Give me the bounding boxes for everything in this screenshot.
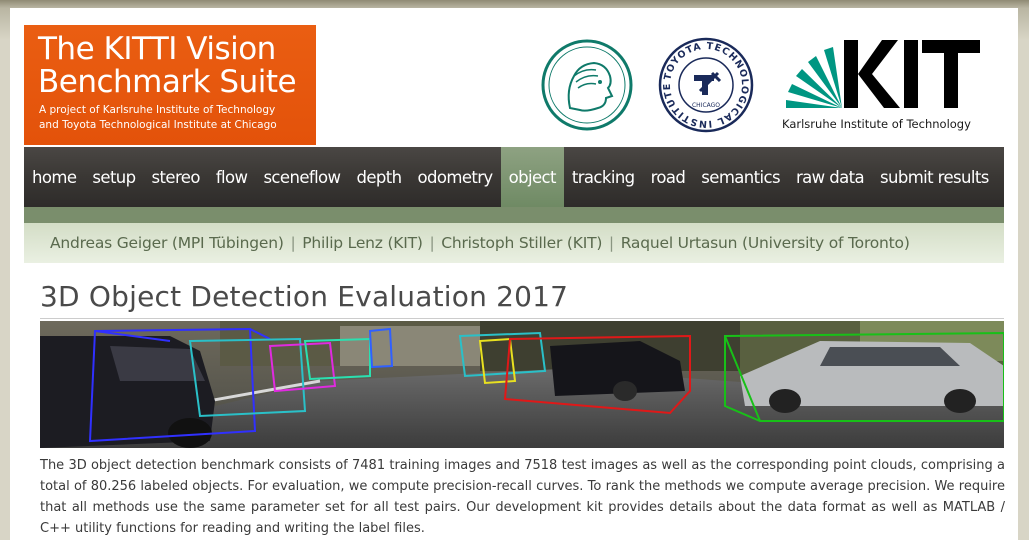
nav-odometry[interactable]: odometry bbox=[409, 147, 500, 207]
nav-stereo[interactable]: stereo bbox=[144, 147, 208, 207]
nav-depth[interactable]: depth bbox=[348, 147, 409, 207]
nav-object[interactable]: object bbox=[500, 147, 564, 207]
authors-bar: Andreas Geiger (MPI Tübingen) | Philip L… bbox=[24, 223, 1004, 263]
benchmark-description: The 3D object detection benchmark consis… bbox=[40, 458, 1005, 536]
page-container: The KITTI Vision Benchmark Suite A proje… bbox=[10, 8, 1018, 540]
site-title: The KITTI Vision Benchmark Suite bbox=[38, 31, 297, 100]
object-detection-banner-image bbox=[40, 321, 1004, 448]
author-separator: | bbox=[429, 234, 435, 252]
author-separator: | bbox=[608, 234, 614, 252]
author-link[interactable]: Andreas Geiger (MPI Tübingen) bbox=[50, 234, 284, 252]
nav-semantics[interactable]: semantics bbox=[693, 147, 788, 207]
title-divider bbox=[40, 318, 1004, 319]
subtitle-line-1: A project of Karlsruhe Institute of Tech… bbox=[39, 104, 276, 116]
main-nav: home setup stereo flow sceneflow depth o… bbox=[24, 147, 1004, 207]
kit-logo-text: Karlsruhe Institute of Technology bbox=[782, 117, 971, 131]
subtitle-line-2: and Toyota Technological Institute at Ch… bbox=[39, 119, 277, 131]
nav-divider bbox=[24, 207, 1004, 223]
nav-setup[interactable]: setup bbox=[84, 147, 143, 207]
nav-road[interactable]: road bbox=[643, 147, 694, 207]
nav-home[interactable]: home bbox=[24, 147, 84, 207]
author-separator: | bbox=[290, 234, 296, 252]
nav-raw-data[interactable]: raw data bbox=[788, 147, 872, 207]
author-link[interactable]: Philip Lenz (KIT) bbox=[302, 234, 423, 252]
authors-list: Andreas Geiger (MPI Tübingen) | Philip L… bbox=[50, 234, 910, 252]
max-planck-logo[interactable] bbox=[540, 38, 634, 132]
site-title-box[interactable]: The KITTI Vision Benchmark Suite A proje… bbox=[24, 25, 316, 145]
nav-sceneflow[interactable]: sceneflow bbox=[255, 147, 348, 207]
kit-logo[interactable]: Karlsruhe Institute of Technology bbox=[780, 38, 990, 138]
site-subtitle: A project of Karlsruhe Institute of Tech… bbox=[39, 103, 314, 133]
author-link[interactable]: Raquel Urtasun (University of Toronto) bbox=[621, 234, 910, 252]
nav-tracking[interactable]: tracking bbox=[564, 147, 643, 207]
author-link[interactable]: Christoph Stiller (KIT) bbox=[441, 234, 602, 252]
ttic-logo-city: CHICAGO bbox=[692, 102, 720, 109]
nav-submit-results[interactable]: submit results bbox=[872, 147, 997, 207]
nav-flow[interactable]: flow bbox=[208, 147, 256, 207]
page-title: 3D Object Detection Evaluation 2017 bbox=[40, 280, 569, 313]
ttic-logo[interactable]: TOYOTA TECHNOLOGICAL INSTITUTE CHICAGO bbox=[656, 35, 756, 135]
